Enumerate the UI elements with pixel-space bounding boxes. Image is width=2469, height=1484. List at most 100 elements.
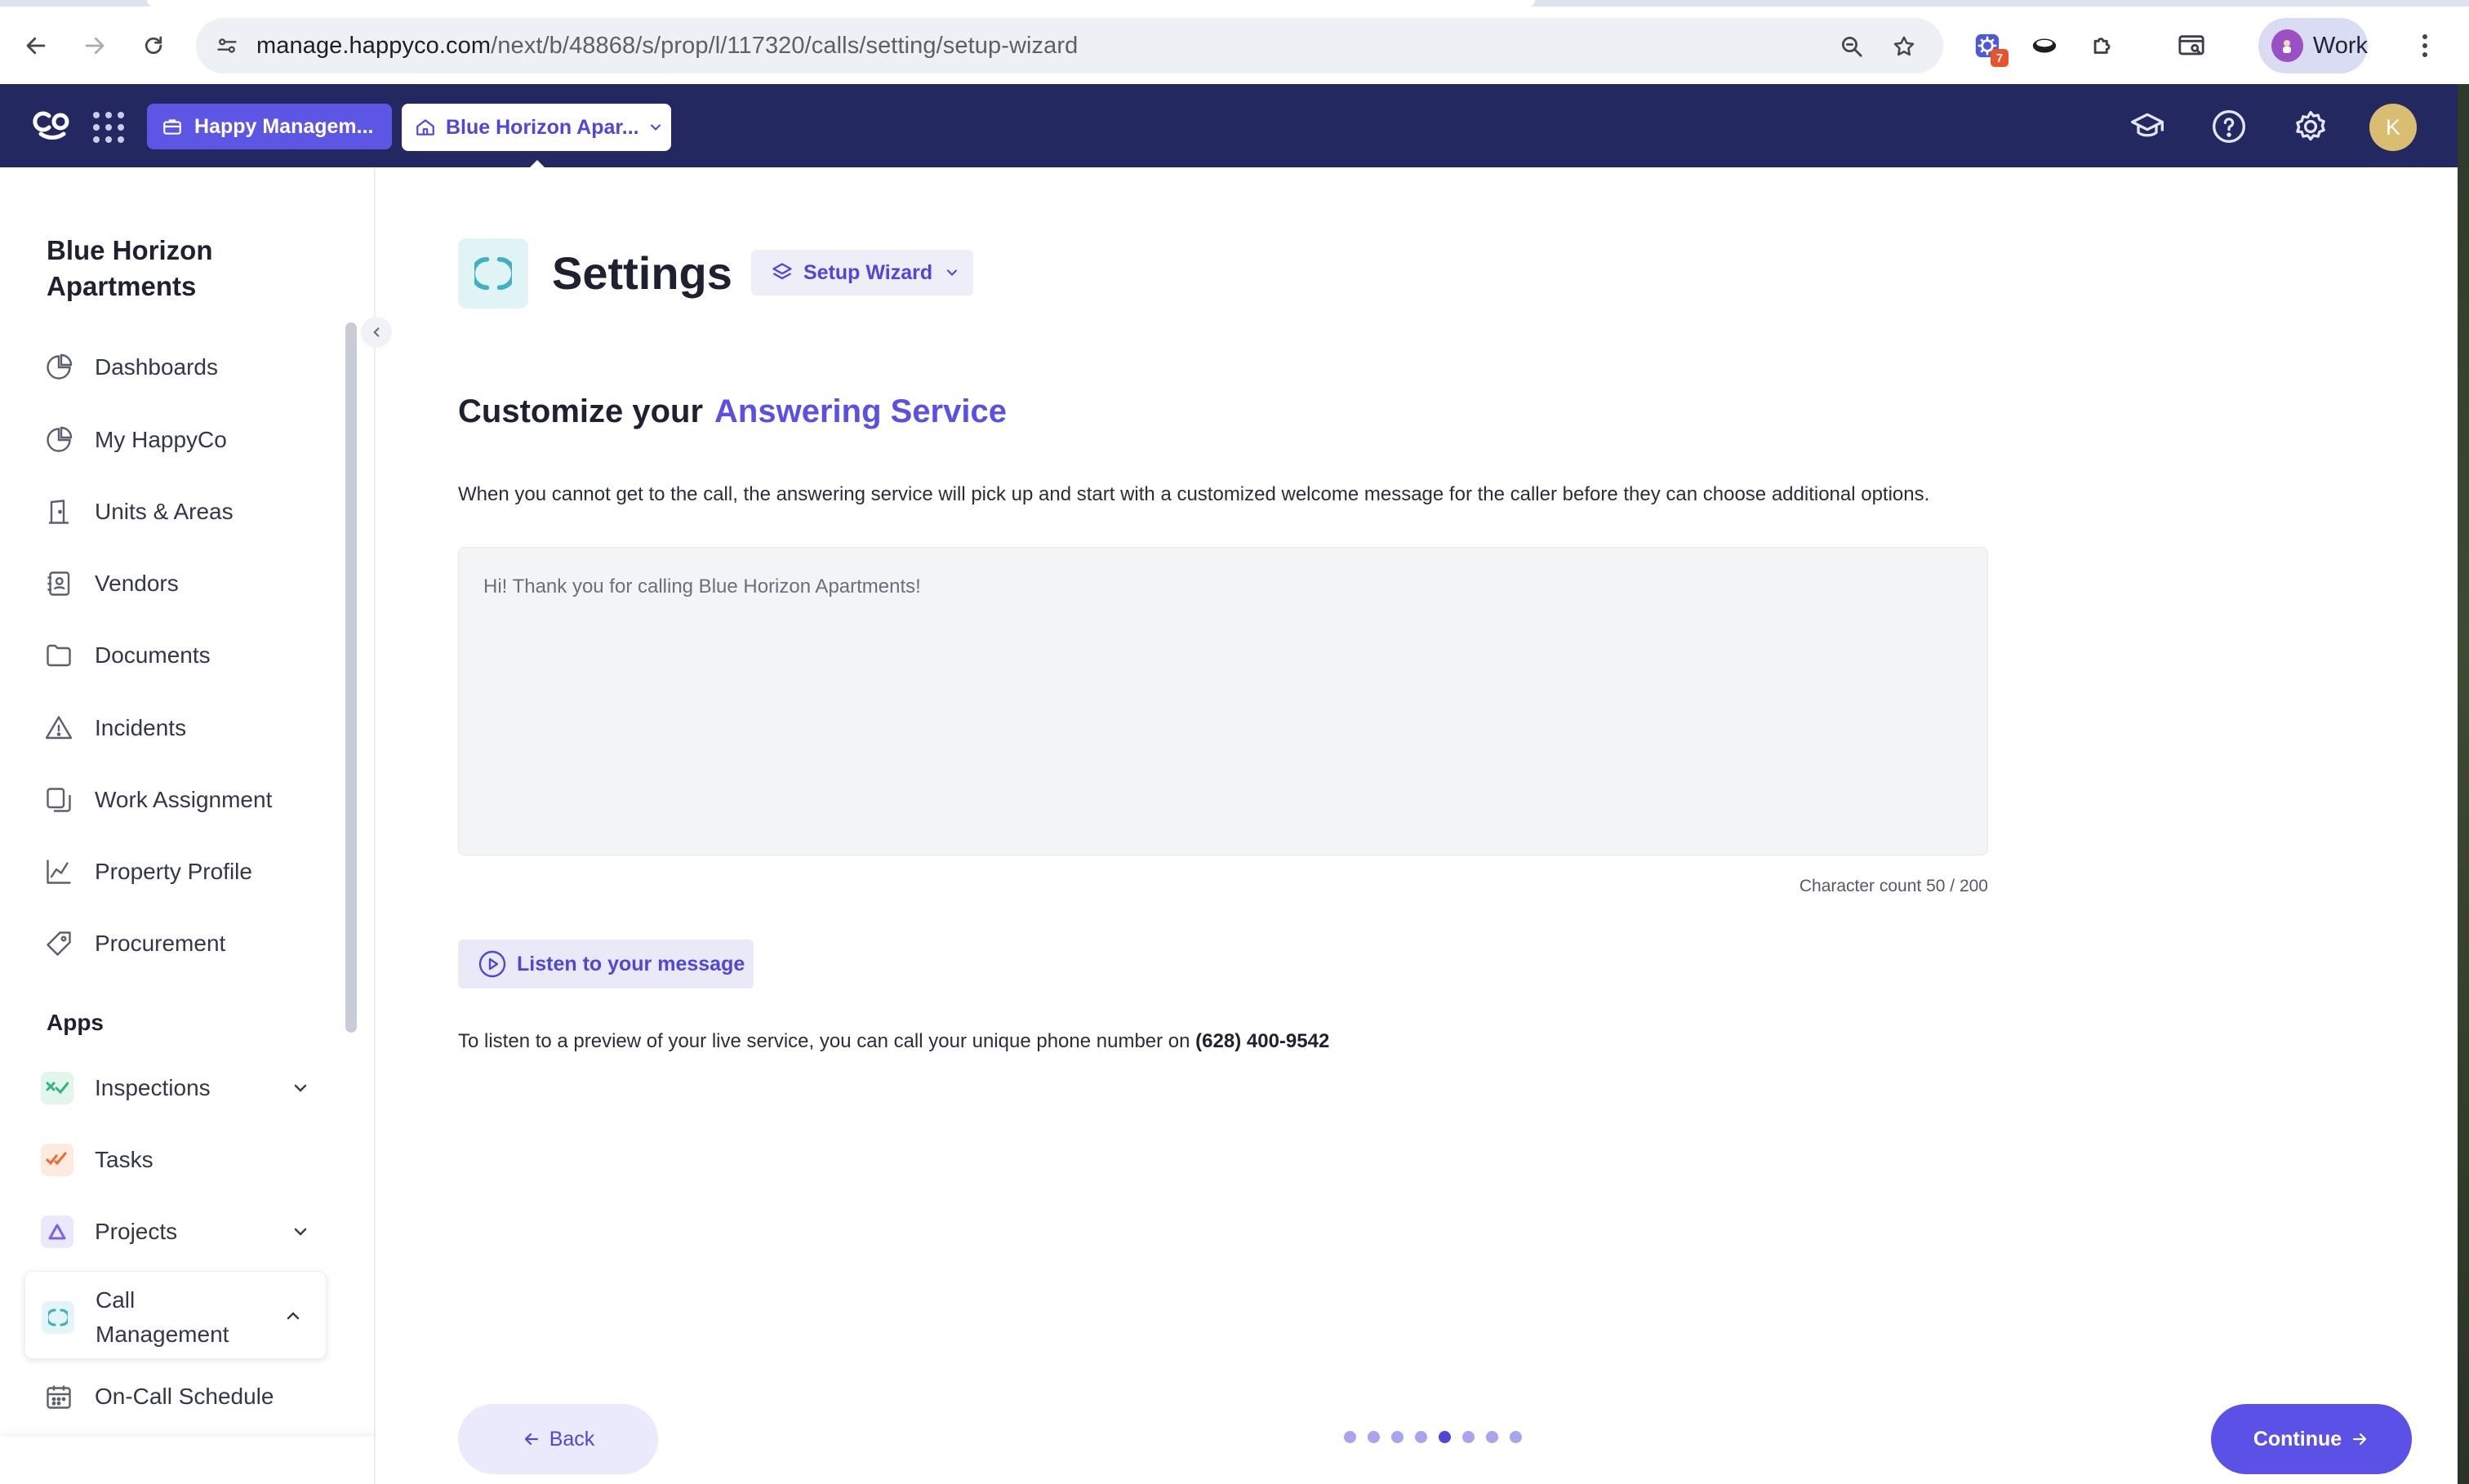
wizard-step-indicator: [1344, 1431, 1522, 1443]
sidebar-item-units-areas[interactable]: Units & Areas: [41, 486, 335, 538]
graduation-cap-icon[interactable]: [2128, 107, 2167, 146]
step-dot: [1344, 1431, 1356, 1443]
back-arrow-icon[interactable]: [15, 24, 57, 67]
property-label: Blue Horizon Apar...: [446, 115, 639, 139]
step-dot: [1415, 1431, 1427, 1443]
listen-label: Listen to your message: [517, 952, 745, 975]
sidebar-app-projects[interactable]: Projects: [41, 1206, 310, 1258]
user-avatar[interactable]: K: [2369, 104, 2417, 151]
url-text[interactable]: manage.happyco.com/next/b/48868/s/prop/l…: [256, 33, 1078, 60]
continue-button[interactable]: Continue: [2211, 1404, 2412, 1474]
arrow-right-icon: [2353, 1433, 2367, 1446]
extension-disk-icon[interactable]: [2028, 29, 2061, 62]
step-dot: [1391, 1431, 1404, 1443]
extension-gear-icon[interactable]: 7: [1971, 29, 2009, 67]
home-icon: [416, 119, 434, 136]
property-selector[interactable]: Blue Horizon Apar...: [402, 104, 671, 151]
sidebar-app-label: Projects: [95, 1219, 178, 1244]
sidebar-item-my-happyco[interactable]: My HappyCo: [41, 414, 335, 466]
browser-toolbar: manage.happyco.com/next/b/48868/s/prop/l…: [0, 0, 2469, 84]
reload-icon[interactable]: [132, 24, 175, 67]
notes-icon: [41, 782, 77, 818]
step-dot: [1510, 1431, 1522, 1443]
door-icon: [41, 494, 77, 530]
calendar-icon: [41, 1379, 77, 1415]
organization-selector[interactable]: Happy Managem...: [147, 104, 392, 149]
zoom-icon[interactable]: [1837, 32, 1866, 61]
sidebar-item-on-call-schedule[interactable]: On-Call Schedule: [41, 1371, 335, 1423]
extensions-puzzle-icon[interactable]: [2087, 29, 2120, 62]
projects-icon: [41, 1215, 73, 1248]
sidebar-scrollbar[interactable]: [345, 322, 357, 1033]
sidebar-app-call-management[interactable]: Call Management: [24, 1271, 327, 1359]
url-host: manage.happyco.com: [256, 33, 492, 59]
sidebar-app-inspections[interactable]: Inspections: [41, 1062, 310, 1114]
warning-icon: [41, 710, 77, 746]
happyco-logo-icon[interactable]: [29, 104, 75, 146]
heading-prefix: Customize your: [458, 393, 704, 429]
tab-strip: [0, 0, 2469, 7]
play-circle-icon: [478, 950, 506, 978]
layers-icon: [772, 263, 792, 280]
contact-book-icon: [41, 566, 77, 602]
setup-wizard-label: Setup Wizard: [803, 260, 933, 284]
section-description: When you cannot get to the call, the ans…: [458, 483, 1930, 505]
setup-wizard-dropdown[interactable]: Setup Wizard: [751, 250, 973, 295]
collapse-sidebar-icon[interactable]: [361, 317, 392, 348]
settings-gear-icon[interactable]: [2291, 107, 2330, 146]
organization-label: Happy Managem...: [194, 114, 374, 138]
preview-instructions: To listen to a preview of your live serv…: [458, 1030, 1329, 1053]
step-dot: [1486, 1431, 1498, 1443]
continue-label: Continue: [2253, 1427, 2342, 1451]
sidebar-item-dashboards[interactable]: Dashboards: [41, 341, 335, 393]
url-path: /next/b/48868/s/prop/l/117320/calls/sett…: [491, 33, 1079, 59]
sidebar-item-label: Vendors: [95, 571, 179, 596]
site-info-icon[interactable]: [212, 31, 242, 60]
sidebar-item-label: Property Profile: [95, 859, 252, 884]
bookmark-star-icon[interactable]: [1889, 32, 1919, 61]
pie-chart-icon: [41, 349, 77, 385]
app-launcher-grid-icon[interactable]: [90, 109, 127, 146]
address-bar[interactable]: manage.happyco.com/next/b/48868/s/prop/l…: [196, 18, 1943, 73]
step-dot-current: [1439, 1431, 1451, 1443]
sidebar-footer: [0, 1437, 374, 1484]
call-management-icon: [42, 1301, 74, 1334]
arrow-left-icon: [524, 1433, 538, 1446]
sidebar-item-procurement[interactable]: Procurement: [41, 918, 335, 970]
sidebar-item-incidents[interactable]: Incidents: [41, 702, 335, 754]
profile-button[interactable]: Work: [2258, 18, 2368, 73]
forward-arrow-icon[interactable]: [73, 24, 116, 67]
profile-avatar-icon: [2271, 29, 2303, 62]
chevron-down-icon[interactable]: [291, 1222, 310, 1242]
page-title: Settings: [552, 247, 732, 299]
chevron-down-icon: [650, 124, 661, 131]
sidebar-item-work-assignment[interactable]: Work Assignment: [41, 774, 335, 826]
tab-search-icon[interactable]: [2175, 29, 2208, 62]
folder-icon: [41, 638, 77, 673]
back-button[interactable]: Back: [458, 1404, 658, 1474]
chevron-down-icon[interactable]: [291, 1078, 310, 1098]
sidebar-item-label: Incidents: [95, 715, 187, 740]
sidebar-app-tasks[interactable]: Tasks: [41, 1134, 310, 1186]
window-edge: [2458, 84, 2469, 1484]
call-management-icon: [458, 238, 528, 309]
back-label: Back: [549, 1427, 595, 1451]
step-dot: [1462, 1431, 1475, 1443]
extension-badge: 7: [1991, 49, 2009, 67]
pie-chart-icon: [41, 422, 77, 458]
sidebar-property-title: Blue Horizon Apartments: [47, 235, 213, 301]
active-tab[interactable]: [147, 0, 1535, 7]
help-icon[interactable]: [2209, 107, 2249, 146]
listen-message-button[interactable]: Listen to your message: [458, 940, 754, 989]
sidebar-item-property-profile[interactable]: Property Profile: [41, 846, 335, 898]
chevron-up-icon[interactable]: [283, 1306, 303, 1326]
preview-text: To listen to a preview of your live serv…: [458, 1030, 1190, 1052]
tasks-icon: [41, 1144, 73, 1176]
sidebar-item-documents[interactable]: Documents: [41, 629, 335, 682]
welcome-message-input[interactable]: Hi! Thank you for calling Blue Horizon A…: [458, 547, 1988, 855]
sidebar-item-vendors[interactable]: Vendors: [41, 558, 335, 610]
line-chart-icon: [41, 854, 77, 890]
sidebar-item-label: Dashboards: [95, 354, 218, 380]
inspections-icon: [41, 1072, 73, 1104]
browser-menu-icon[interactable]: [2409, 24, 2441, 67]
